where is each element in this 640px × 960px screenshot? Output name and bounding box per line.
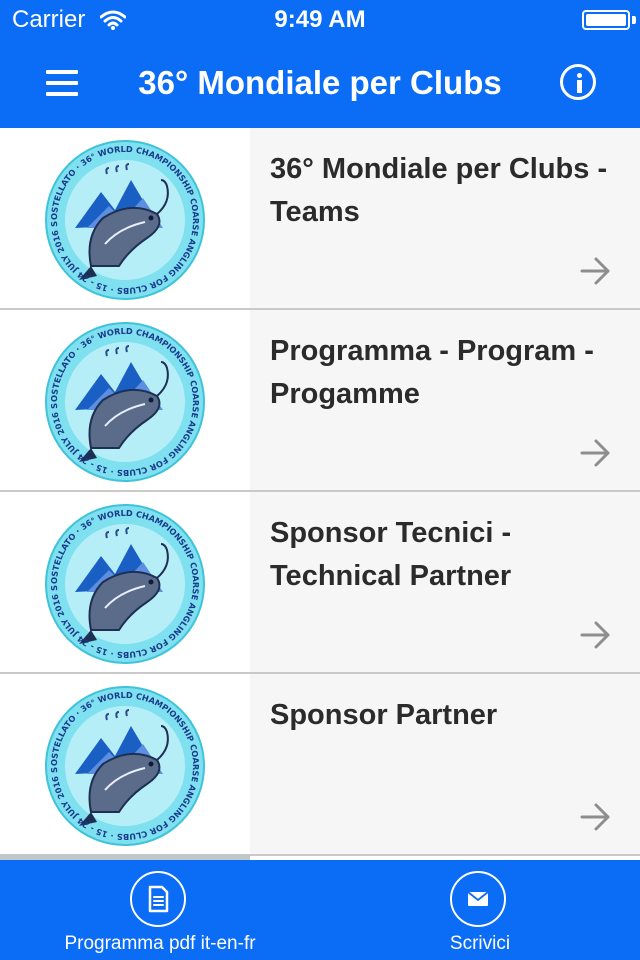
item-text-area: Programma - Program - Progamme [250, 310, 640, 490]
arrow-right-icon [580, 439, 610, 467]
list-item[interactable]: OSTELLATO · 36° WORLD CHAMPIONSHIP COARS… [0, 492, 640, 674]
item-title: Sponsor Partner [270, 699, 498, 731]
tab-programma-pdf[interactable]: Programma pdf it-en-fr [0, 860, 320, 960]
envelope-icon [467, 891, 489, 906]
item-text-area: Sponsor Partner [250, 674, 640, 854]
tab-label: Programma pdf it-en-fr [64, 933, 256, 954]
tab-icon-circle [130, 871, 186, 927]
bottom-toolbar: Programma pdf it-en-fr Scrivici [0, 860, 640, 960]
arrow-right-icon [580, 257, 610, 285]
arrow-right-icon [580, 621, 610, 649]
item-thumbnail: OSTELLATO · 36° WORLD CHAMPIONSHIP COARS… [0, 310, 250, 490]
item-text-area: 36° Mondiale per Clubs - Teams [250, 128, 640, 308]
championship-logo-icon: OSTELLATO · 36° WORLD CHAMPIONSHIP COARS… [45, 140, 205, 300]
item-thumbnail: OSTELLATO · 36° WORLD CHAMPIONSHIP COARS… [0, 492, 250, 672]
battery-icon [582, 10, 630, 30]
championship-logo-icon: OSTELLATO · 36° WORLD CHAMPIONSHIP COARS… [45, 686, 205, 846]
status-time: 9:49 AM [274, 6, 366, 33]
list-item[interactable]: OSTELLATO · 36° WORLD CHAMPIONSHIP COARS… [0, 310, 640, 492]
status-bar: Carrier 9:49 AM [0, 0, 640, 40]
list-item[interactable]: OSTELLATO · 36° WORLD CHAMPIONSHIP COARS… [0, 128, 640, 310]
page-title: 36° Mondiale per Clubs [138, 64, 502, 101]
item-title: Programma - Program - Progamme [270, 335, 594, 410]
item-title: 36° Mondiale per Clubs - Teams [270, 153, 608, 228]
tab-icon-circle [450, 871, 506, 927]
championship-logo-icon: OSTELLATO · 36° WORLD CHAMPIONSHIP COARS… [45, 322, 205, 482]
championship-logo-icon: OSTELLATO · 36° WORLD CHAMPIONSHIP COARS… [45, 504, 205, 664]
item-text-area: Sponsor Tecnici - Technical Partner [250, 492, 640, 672]
menu-list: OSTELLATO · 36° WORLD CHAMPIONSHIP COARS… [0, 128, 640, 860]
item-title: Sponsor Tecnici - Technical Partner [270, 517, 512, 592]
top-bar: Carrier 9:49 AM 36° Mondiale per Clubs [0, 0, 640, 128]
tab-scrivici[interactable]: Scrivici [320, 860, 640, 960]
battery-tip [632, 16, 636, 24]
info-circle-icon[interactable] [560, 64, 596, 100]
arrow-right-icon [580, 803, 610, 831]
item-thumbnail: OSTELLATO · 36° WORLD CHAMPIONSHIP COARS… [0, 128, 250, 308]
navigation-bar: 36° Mondiale per Clubs [0, 40, 640, 128]
item-thumbnail: OSTELLATO · 36° WORLD CHAMPIONSHIP COARS… [0, 674, 250, 854]
tab-label: Scrivici [449, 933, 511, 954]
document-icon [148, 885, 169, 913]
list-item[interactable]: OSTELLATO · 36° WORLD CHAMPIONSHIP COARS… [0, 674, 640, 856]
